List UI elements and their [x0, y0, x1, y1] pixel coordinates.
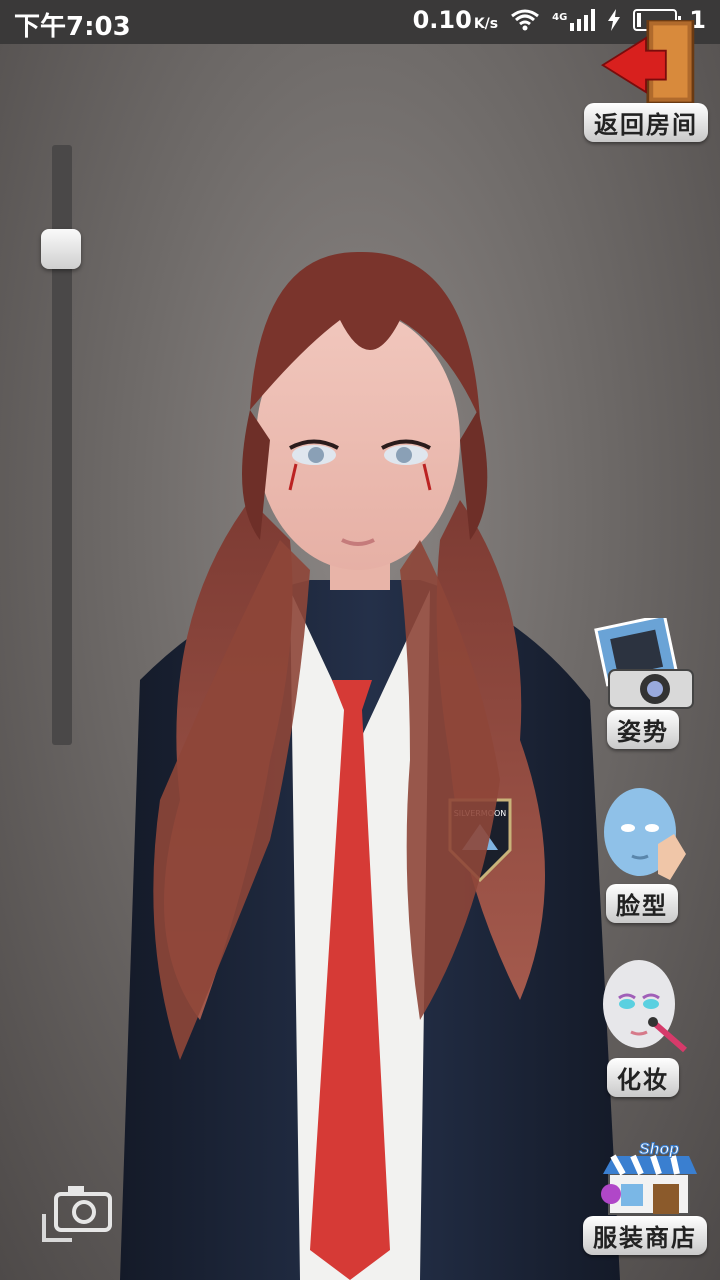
zoom-slider-thumb[interactable]: [41, 229, 81, 269]
avatar-character: SILVERMOON: [120, 251, 620, 1280]
makeup-button[interactable]: 化妆: [584, 958, 702, 1097]
shop-storefront-icon: Shop: [601, 1141, 697, 1215]
face-shape-label: 脸型: [606, 884, 678, 923]
clothing-shop-button[interactable]: Shop 服装商店: [582, 1140, 708, 1255]
shop-sign-text: Shop: [639, 1141, 679, 1158]
face-head-icon: [604, 788, 686, 880]
back-to-room-label: 返回房间: [584, 103, 708, 142]
door-arrow-icon: [600, 20, 695, 103]
clothing-shop-label: 服装商店: [583, 1216, 707, 1255]
makeup-brush-icon: [603, 960, 687, 1053]
back-to-room-button[interactable]: 返回房间: [584, 20, 708, 142]
face-shape-button[interactable]: 脸型: [580, 784, 704, 923]
pose-button[interactable]: 姿势: [584, 618, 702, 749]
camera-photo-icon: [594, 618, 694, 709]
network-type: 4G: [552, 12, 568, 23]
network-speed-unit: K/s: [473, 16, 499, 32]
pose-label: 姿势: [607, 710, 679, 749]
network-speed-value: 0.10: [412, 6, 472, 34]
camera-icon[interactable]: [42, 1180, 114, 1244]
network-speed: 0.10 K/s: [413, 6, 499, 34]
status-time: 下午7:03: [14, 12, 131, 42]
makeup-label: 化妆: [607, 1058, 679, 1097]
wifi-icon: [511, 9, 540, 31]
